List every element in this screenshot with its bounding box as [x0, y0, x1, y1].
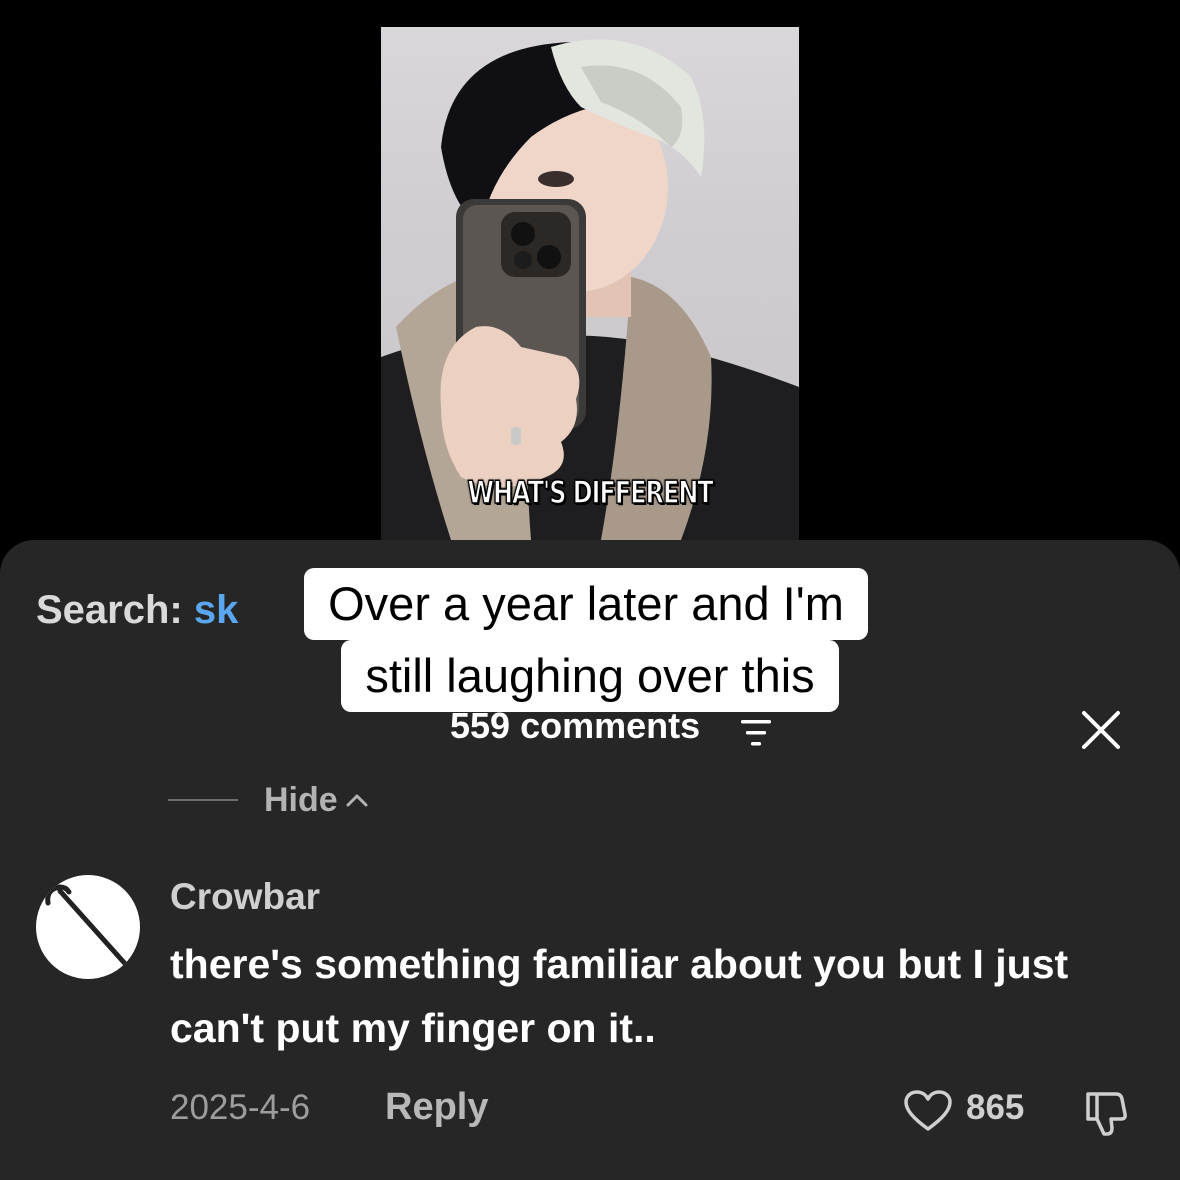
- heart-icon[interactable]: [903, 1089, 953, 1133]
- filter-icon[interactable]: [737, 718, 775, 748]
- reply-button[interactable]: Reply: [385, 1086, 488, 1129]
- comment-date: 2025-4-6: [170, 1088, 311, 1127]
- hide-replies-button[interactable]: Hide: [168, 780, 370, 820]
- overlay-caption-line-2: still laughing over this: [341, 640, 839, 712]
- overlay-caption: Over a year later and I'm still laughing…: [0, 568, 1180, 712]
- chevron-up-icon: [346, 794, 368, 807]
- comment-text: there's something familiar about you but…: [170, 941, 1069, 1051]
- video-frame-illustration: [381, 39, 799, 540]
- overlay-caption-line-1: Over a year later and I'm: [304, 568, 868, 640]
- crowbar-avatar-icon: [45, 884, 131, 970]
- comment-username[interactable]: Crowbar: [170, 876, 320, 918]
- like-count: 865: [966, 1088, 1025, 1127]
- avatar[interactable]: [36, 875, 140, 979]
- video-caption: WHAT'S DIFFERENT: [467, 474, 715, 512]
- video-area[interactable]: WHAT'S DIFFERENT: [0, 0, 1180, 560]
- close-icon[interactable]: [1079, 708, 1123, 752]
- divider-line: [168, 799, 238, 801]
- hide-label: Hide: [264, 780, 338, 819]
- video-thumbnail[interactable]: WHAT'S DIFFERENT: [381, 27, 799, 540]
- thumbs-down-icon[interactable]: [1080, 1088, 1132, 1138]
